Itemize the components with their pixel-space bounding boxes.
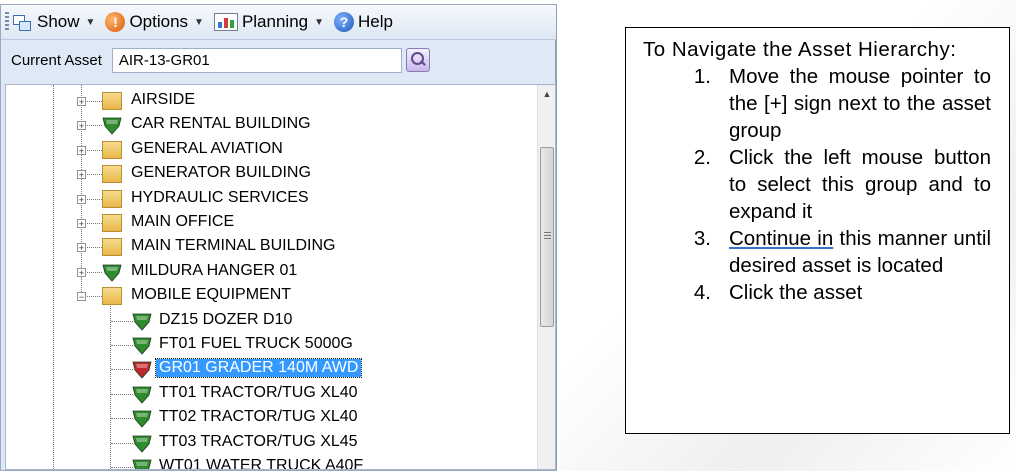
green-shield-icon: [132, 433, 152, 453]
tree-item-label[interactable]: AIRSIDE: [128, 91, 198, 109]
options-menu-button[interactable]: ! Options ▼: [105, 12, 204, 32]
tree-item-label[interactable]: TT02 TRACTOR/TUG XL40: [156, 408, 361, 426]
expand-toggle-icon[interactable]: +: [77, 121, 86, 131]
tree-connector: [111, 418, 133, 420]
options-icon: !: [105, 12, 126, 32]
instruction-step: 4. Click the asset: [643, 279, 991, 306]
instruction-step: 1. Move the mouse pointer to the [+] sig…: [643, 63, 991, 144]
current-asset-value: AIR-13-GR01: [118, 51, 210, 69]
tree-item-label[interactable]: TT01 TRACTOR/TUG XL40: [156, 384, 361, 402]
green-shield-icon: [132, 408, 152, 428]
step-number: 4.: [693, 281, 711, 304]
tree-connector: [111, 393, 133, 395]
green-shield-icon: [102, 262, 122, 282]
toolbar: Show ▼ ! Options ▼ Planning ▼ ? Help: [1, 5, 556, 40]
step-text: Move the mouse pointer to the [+] sign n…: [729, 65, 991, 142]
expand-toggle-icon[interactable]: +: [77, 267, 86, 277]
chevron-down-icon: ▼: [194, 16, 204, 28]
help-button[interactable]: ? Help: [334, 12, 393, 32]
folder-icon: [102, 140, 122, 159]
step-underlined-text: Continue in: [729, 227, 834, 250]
instructions-box: To Navigate the Asset Hierarchy: 1. Move…: [625, 27, 1010, 434]
folder-icon: [102, 92, 122, 110]
show-icon: [13, 13, 33, 31]
collapse-toggle-icon[interactable]: −: [77, 292, 86, 302]
folder-icon: [102, 287, 122, 306]
tree-item-label[interactable]: WT01 WATER TRUCK A40F: [156, 457, 366, 469]
chevron-down-icon: ▼: [85, 16, 96, 28]
folder-icon: [102, 189, 122, 208]
tree-item-label[interactable]: MILDURA HANGER 01: [128, 262, 300, 280]
expand-toggle-icon[interactable]: +: [77, 194, 86, 204]
tree-item-label[interactable]: MAIN TERMINAL BUILDING: [128, 237, 338, 255]
instruction-step: 3. Continue in this manner until desired…: [643, 225, 991, 279]
current-asset-field[interactable]: AIR-13-GR01: [111, 47, 402, 73]
expand-toggle-icon[interactable]: +: [77, 219, 86, 229]
asset-navigator-panel: Show ▼ ! Options ▼ Planning ▼ ? Help Cur…: [0, 4, 557, 471]
expand-toggle-icon[interactable]: +: [77, 170, 86, 180]
folder-icon: [102, 165, 122, 184]
planning-chart-icon: [213, 13, 238, 31]
chevron-down-icon: ▼: [314, 16, 325, 28]
planning-label: Planning: [241, 12, 309, 31]
expand-toggle-icon[interactable]: +: [77, 243, 86, 253]
scroll-up-arrow-icon[interactable]: ▲: [538, 85, 555, 103]
instructions-title: To Navigate the Asset Hierarchy:: [643, 38, 957, 61]
step-text: Click the left mouse button to select th…: [729, 146, 991, 223]
instructions-steps: 1. Move the mouse pointer to the [+] sig…: [643, 63, 991, 306]
current-asset-label: Current Asset: [11, 51, 102, 69]
current-asset-bar: Current Asset AIR-13-GR01: [1, 40, 556, 80]
tree-connector: [111, 345, 133, 346]
tree-connector: [111, 442, 133, 444]
expand-toggle-icon[interactable]: +: [77, 97, 86, 107]
tree-item-label[interactable]: HYDRAULIC SERVICES: [128, 189, 312, 207]
help-icon: ?: [334, 12, 355, 32]
planning-menu-button[interactable]: Planning ▼: [213, 12, 325, 32]
tree-guide-line: [110, 306, 111, 469]
tree-connector: [111, 467, 133, 468]
tree-guide-line: [53, 85, 54, 469]
step-number: 2.: [693, 146, 711, 169]
step-text: Click the asset: [729, 281, 863, 304]
tree-connector: [111, 369, 133, 371]
show-label: Show: [37, 12, 80, 31]
tree-item-label[interactable]: MAIN OFFICE: [128, 213, 237, 231]
step-text: Continue in this manner until desired as…: [729, 225, 991, 279]
tree-connector: [111, 320, 133, 322]
help-label: Help: [358, 12, 393, 31]
green-shield-icon: [132, 384, 152, 404]
tree-guide-line: [81, 85, 82, 297]
tree-item-selected[interactable]: GR01 GRADER 140M AWD: [154, 358, 363, 379]
tree-scrollbar[interactable]: ▲: [537, 85, 555, 469]
tree-item-label[interactable]: FT01 FUEL TRUCK 5000G: [156, 335, 356, 353]
asset-search-button[interactable]: [405, 48, 430, 72]
toolbar-grip-handle[interactable]: [5, 12, 9, 32]
folder-icon: [102, 214, 122, 232]
green-shield-icon: [132, 311, 152, 331]
scroll-thumb[interactable]: [540, 147, 554, 327]
asset-tree[interactable]: + AIRSIDE + CAR RENTAL BUILDING + GENERAL AVI…: [5, 84, 556, 470]
red-shield-icon: [132, 359, 152, 379]
tree-item-label[interactable]: CAR RENTAL BUILDING: [128, 115, 314, 133]
green-shield-icon: [132, 457, 152, 469]
show-menu-button[interactable]: Show ▼: [13, 12, 95, 32]
expand-toggle-icon[interactable]: +: [77, 145, 86, 155]
green-shield-icon: [132, 335, 152, 355]
folder-icon: [102, 238, 122, 257]
tree-item-label[interactable]: MOBILE EQUIPMENT: [128, 286, 294, 304]
tree-item-label[interactable]: GENERAL AVIATION: [128, 140, 286, 158]
thumb-grip-icon: [544, 232, 551, 239]
instruction-step: 2. Click the left mouse button to select…: [643, 144, 991, 225]
tree-item-label[interactable]: GENERATOR BUILDING: [128, 164, 314, 182]
step-number: 3.: [693, 227, 711, 250]
tree-item-label[interactable]: DZ15 DOZER D10: [156, 311, 295, 329]
step-number: 1.: [693, 65, 711, 88]
tree-item-label[interactable]: TT03 TRACTOR/TUG XL45: [156, 433, 361, 451]
green-shield-icon: [102, 115, 122, 135]
options-label: Options: [129, 12, 189, 31]
